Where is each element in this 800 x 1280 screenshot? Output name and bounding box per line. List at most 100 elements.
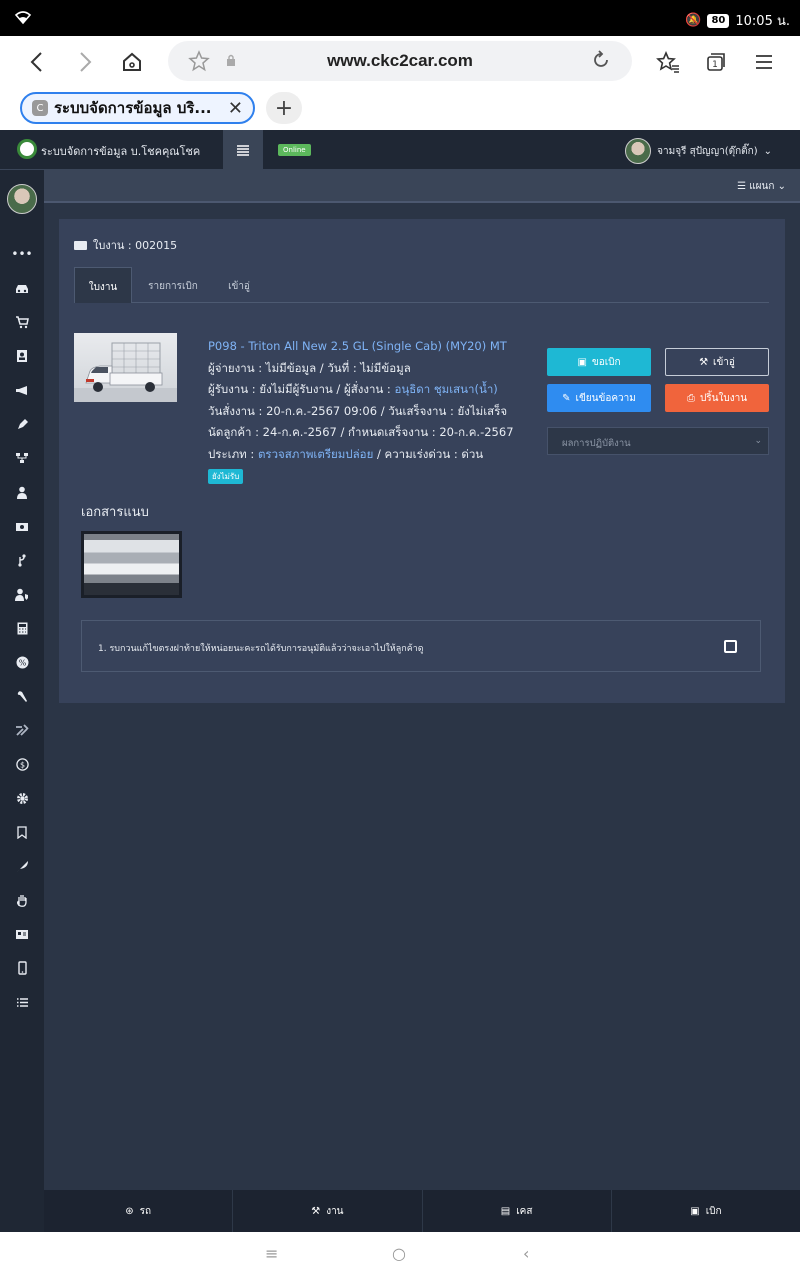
back-button-icon[interactable]: ‹ <box>523 1244 529 1263</box>
request-label: ขอเบิก <box>591 356 621 368</box>
chevron-down-icon: ⌄ <box>763 145 772 157</box>
gear-icon[interactable] <box>12 788 32 808</box>
print-button[interactable]: ⎙ ปริ้นใบงาน <box>665 384 769 412</box>
bottom-nav-case-label: เคส <box>516 1205 533 1217</box>
info-line-receiver: ผู้รับงาน : ยังไม่มีผู้รับงาน / ผู้สั่งง… <box>208 379 538 401</box>
svg-text:$: $ <box>19 760 24 769</box>
fork-icon[interactable] <box>12 550 32 570</box>
status-bar: 🔕 80 10:05 น. <box>0 0 800 36</box>
bottom-nav-job-label: งาน <box>326 1205 344 1217</box>
note-text: 1. รบกวนแก้ไขตรงฝาท้ายให้หน่อยนะคะรถได้ร… <box>98 644 424 654</box>
attachment-thumbnail[interactable] <box>81 531 182 598</box>
online-badge: Online <box>278 144 311 156</box>
pen-icon[interactable] <box>12 414 32 434</box>
feather-icon: ✎ <box>562 392 571 404</box>
money-icon[interactable] <box>12 516 32 536</box>
tab-job[interactable]: ใบงาน <box>74 267 132 303</box>
tab-garage[interactable]: เข้าอู่ <box>224 267 254 303</box>
result-placeholder: ผลการปฏิบัติงาน <box>562 438 631 449</box>
result-select[interactable]: ผลการปฏิบัติงาน ⌄ <box>547 427 769 455</box>
department-label: แผนก <box>749 181 775 192</box>
money-icon: ▣ <box>577 356 587 368</box>
job-panel: ใบงาน : 002015 ใบงาน รายการเบิก เข้าอู่ … <box>59 219 785 703</box>
user-menu[interactable]: จามจุรี สุปัญญา(ตุ๊กติ๊ก) ⌄ <box>625 138 772 164</box>
favorites-icon[interactable] <box>654 48 682 76</box>
bottom-nav-withdraw[interactable]: ▣ เบิก <box>612 1190 800 1232</box>
bottom-nav: ⊛ รถ ⚒ งาน ▤ เคส ▣ เบิก <box>44 1190 800 1232</box>
bottom-nav-withdraw-label: เบิก <box>705 1205 722 1217</box>
write-message-button[interactable]: ✎ เขียนข้อความ <box>547 384 651 412</box>
site-brand[interactable]: ระบบจัดการข้อมูล บ.โชคคุณโชค <box>41 142 200 160</box>
recent-apps-icon[interactable]: ≡ <box>265 1244 278 1263</box>
address-bar[interactable]: www.ckc2car.com <box>168 41 632 81</box>
request-button[interactable]: ▣ ขอเบิก <box>547 348 651 376</box>
bottom-nav-job[interactable]: ⚒ งาน <box>233 1190 423 1232</box>
list-icon <box>237 145 249 156</box>
chevron-down-icon: ⌄ <box>754 436 762 446</box>
battery-level: 80 <box>707 13 730 28</box>
hand-icon[interactable] <box>12 890 32 910</box>
info-urgency: / ความเร่งด่วน : ด่วน <box>373 446 484 461</box>
megaphone-icon[interactable] <box>12 380 32 400</box>
orderer-link[interactable]: อนุธิดา ชุมเสนา(น้ำ) <box>394 382 497 396</box>
status-badge: ยังไม่รับ <box>208 469 244 484</box>
system-nav-bar: ≡ ○ ‹ <box>0 1232 800 1280</box>
tools-icon[interactable] <box>12 720 32 740</box>
tab-withdraw-list[interactable]: รายการเบิก <box>146 267 200 303</box>
note-checkbox[interactable] <box>724 640 737 653</box>
bottom-nav-case[interactable]: ▤ เคส <box>423 1190 612 1232</box>
bookmark-icon[interactable] <box>12 822 32 842</box>
feather-icon[interactable] <box>12 856 32 876</box>
user-shield-icon[interactable] <box>12 584 32 604</box>
chevron-down-icon: ⌄ <box>777 181 786 192</box>
info-type-label: ประเภท : <box>208 446 258 461</box>
back-icon[interactable] <box>22 48 50 76</box>
user-icon[interactable] <box>12 482 32 502</box>
list-ul-icon[interactable] <box>12 992 32 1012</box>
tools-icon: ⚒ <box>311 1205 321 1217</box>
sidebar-toggle-button[interactable] <box>223 130 263 170</box>
close-tab-icon[interactable]: ✕ <box>228 98 243 119</box>
reload-icon[interactable] <box>590 49 612 71</box>
bottom-nav-car-label: รถ <box>139 1205 152 1217</box>
job-info: P098 - Triton All New 2.5 GL (Single Cab… <box>208 336 538 487</box>
sub-header: ☰ แผนก ⌄ <box>44 170 800 203</box>
write-label: เขียนข้อความ <box>575 392 636 404</box>
percent-icon[interactable]: % <box>12 652 32 672</box>
department-dropdown[interactable]: ☰ แผนก ⌄ <box>737 179 786 194</box>
car-photo[interactable] <box>74 333 177 402</box>
car-icon[interactable] <box>12 278 32 298</box>
network-icon[interactable] <box>12 448 32 468</box>
tab-title: ระบบจัดการข้อมูล บริ... <box>54 99 212 117</box>
forward-icon[interactable] <box>72 48 100 76</box>
calculator-icon[interactable] <box>12 618 32 638</box>
garage-button[interactable]: ⚒ เข้าอู่ <box>665 348 769 376</box>
sidebar-avatar <box>7 184 37 214</box>
car-title-link[interactable]: P098 - Triton All New 2.5 GL (Single Cab… <box>208 336 538 358</box>
new-tab-button[interactable]: + <box>266 92 302 124</box>
id-card-icon: ▤ <box>500 1205 511 1217</box>
dollar-icon[interactable]: $ <box>12 754 32 774</box>
home-icon[interactable] <box>118 48 146 76</box>
avatar <box>625 138 652 164</box>
home-button-icon[interactable]: ○ <box>392 1244 406 1263</box>
panel-header: ใบงาน : 002015 <box>74 236 177 254</box>
print-label: ปริ้นใบงาน <box>699 392 748 404</box>
url-text: www.ckc2car.com <box>327 51 473 70</box>
bottom-nav-car[interactable]: ⊛ รถ <box>44 1190 234 1232</box>
favicon: C <box>32 100 48 116</box>
id-card-icon <box>74 240 87 250</box>
contact-book-icon[interactable] <box>12 346 32 366</box>
cart-icon[interactable] <box>12 312 32 332</box>
browser-tab[interactable]: C ระบบจัดการข้อมูล บริ... ✕ <box>20 92 255 124</box>
tab-count: 1 <box>712 60 718 70</box>
wrench-icon[interactable] <box>12 686 32 706</box>
type-link[interactable]: ตรวจสภาพเตรียมปล่อย <box>258 447 373 461</box>
more-icon[interactable]: ••• <box>11 244 32 264</box>
menu-icon[interactable] <box>750 48 778 76</box>
mobile-icon[interactable] <box>12 958 32 978</box>
tabs-icon[interactable]: 1 <box>702 48 730 76</box>
id-card-icon[interactable] <box>12 924 32 944</box>
attachments-title: เอกสารแนบ <box>81 505 149 520</box>
job-number: ใบงาน : 002015 <box>93 239 178 252</box>
